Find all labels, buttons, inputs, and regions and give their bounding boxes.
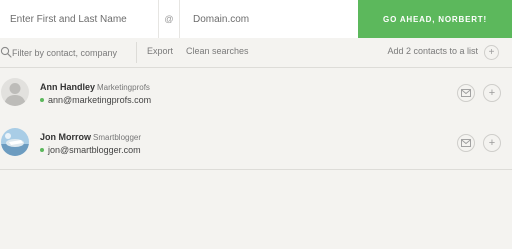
verified-status-dot [40,148,44,152]
add-to-list-plus-icon[interactable]: + [484,45,499,60]
add-to-list-link[interactable]: Add 2 contacts to a list [387,46,478,56]
contact-email[interactable]: jon@smartblogger.com [48,145,141,155]
name-input[interactable] [0,0,158,38]
contact-name: Ann Handley [40,82,96,92]
contact-row: Ann Handley Marketingprofs ann@marketing… [0,69,512,120]
contact-company: Smartblogger [93,133,142,142]
contact-row: Jon Morrow Smartblogger jon@smartblogger… [0,119,512,170]
add-contact-plus-icon[interactable]: + [483,134,501,152]
add-contact-plus-icon[interactable]: + [483,84,501,102]
verified-status-dot [40,98,44,102]
contact-company: Marketingprofs [97,83,150,92]
contact-email[interactable]: ann@marketingprofs.com [48,95,151,105]
envelope-icon[interactable] [457,84,475,102]
domain-input[interactable] [180,0,361,38]
clean-searches-link[interactable]: Clean searches [186,46,249,56]
filter-input[interactable] [12,42,132,63]
envelope-icon[interactable] [457,134,475,152]
photo-avatar [1,128,29,156]
filter-box [0,42,137,63]
at-separator: @ [158,0,180,38]
default-person-avatar [1,78,29,106]
search-icon [0,46,12,58]
contact-name: Jon Morrow [40,132,91,142]
go-ahead-button[interactable]: GO AHEAD, NORBERT! [358,0,512,38]
toolbar: Export Clean searches Add 2 contacts to … [0,38,512,68]
export-link[interactable]: Export [147,46,173,56]
